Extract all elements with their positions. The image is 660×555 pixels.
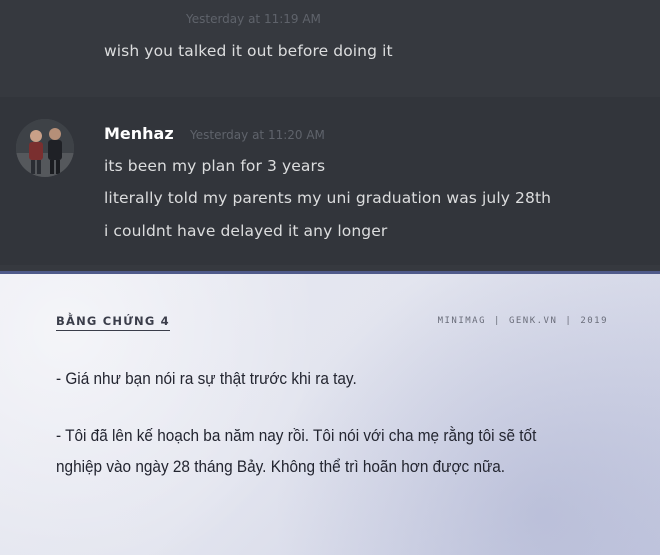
chat-screenshot: Yesterday at 11:19 AM wish you talked it…: [0, 0, 660, 271]
username[interactable]: Menhaz: [104, 124, 174, 143]
avatar[interactable]: [16, 119, 74, 177]
message-timestamp: Yesterday at 11:19 AM: [186, 12, 321, 26]
message-line: literally told my parents my uni graduat…: [104, 189, 552, 207]
message-line: wish you talked it out before doing it: [104, 42, 393, 60]
message-line: i couldnt have delayed it any longer: [104, 222, 388, 240]
caption-paragraph: - Giá như bạn nói ra sự thật trước khi r…: [56, 370, 357, 388]
caption-body: - Giá như bạn nói ra sự thật trước khi r…: [56, 364, 577, 483]
meta-separator: |: [565, 316, 573, 326]
meta-brand: MINIMAG: [437, 316, 487, 326]
user-photo-icon: [16, 119, 74, 177]
meta-site: GENK.VN: [508, 316, 558, 326]
caption-paragraph: - Tôi đã lên kế hoạch ba năm nay rồi. Tô…: [56, 427, 537, 476]
message-line: its been my plan for 3 years: [104, 157, 326, 175]
meta-separator: |: [494, 316, 501, 326]
evidence-tag: BẰNG CHỨNG 4: [56, 314, 170, 331]
caption-card: BẰNG CHỨNG 4 MINIMAG | GENK.VN | 2019 - Giá …: [0, 271, 660, 555]
publication-meta: MINIMAG | GENK.VN | 2019: [438, 316, 608, 326]
meta-year: 2019: [580, 316, 608, 326]
message-timestamp: Yesterday at 11:20 AM: [190, 128, 325, 142]
